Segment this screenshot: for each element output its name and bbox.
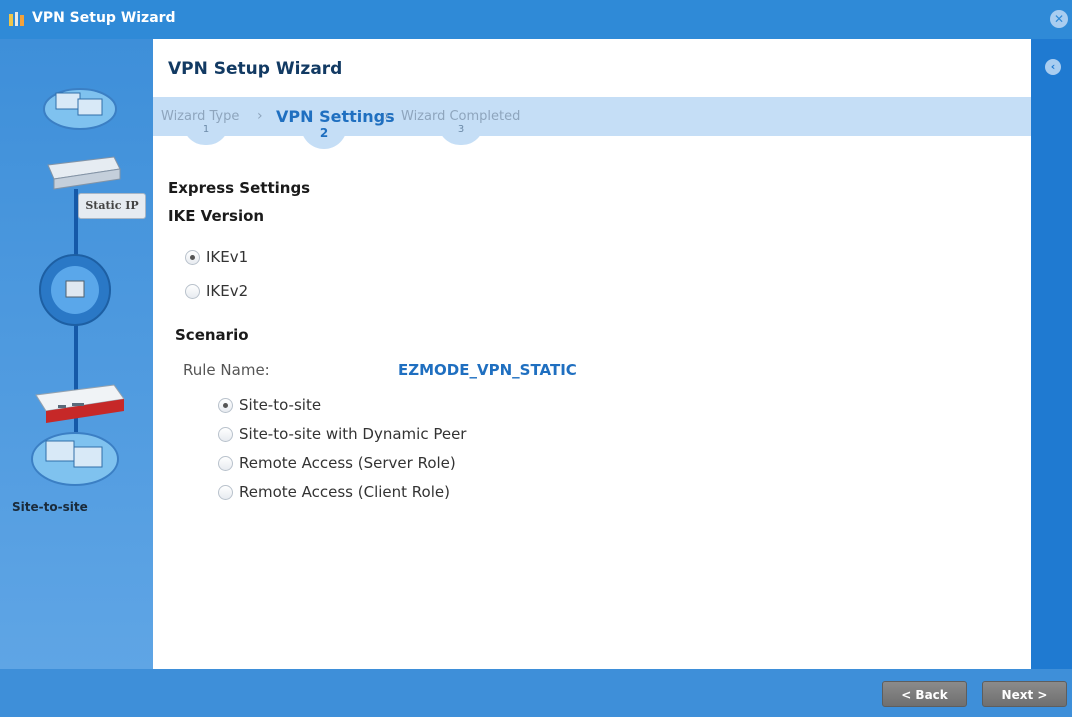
internet-globe-icon [39, 254, 111, 326]
site-to-site-label: Site-to-site [239, 396, 322, 414]
scenario-remote-client-radio[interactable]: Remote Access (Client Role) [218, 483, 450, 501]
ikev2-label: IKEv2 [206, 282, 249, 300]
step-wizard-type: Wizard Type [161, 109, 240, 124]
wizard-progress: 1 2 3 Wizard Type › VPN Settings › Wizar… [153, 97, 1031, 149]
back-button[interactable]: < Back [882, 681, 967, 707]
cloud-computers-icon [43, 88, 117, 130]
step-vpn-settings: VPN Settings [276, 107, 395, 126]
radio-button-selected[interactable] [218, 397, 233, 413]
ike-version-heading: IKE Version [168, 207, 265, 225]
static-ip-label: Static IP [78, 193, 146, 219]
radio-button-selected[interactable] [185, 249, 200, 265]
rule-name-value: EZMODE_VPN_STATIC [398, 361, 577, 379]
ikev1-label: IKEv1 [206, 248, 249, 266]
remote-client-label: Remote Access (Client Role) [239, 483, 450, 501]
page-title: VPN Setup Wizard [168, 59, 343, 79]
scenario-dynamic-peer-radio[interactable]: Site-to-site with Dynamic Peer [218, 425, 466, 443]
radio-button[interactable] [185, 283, 200, 299]
step-1-number: 1 [183, 123, 229, 145]
wizard-footer: < Back Next > [0, 669, 1072, 717]
router-device-icon [35, 384, 125, 423]
scenario-site-to-site-radio[interactable]: Site-to-site [218, 396, 321, 414]
express-settings-heading: Express Settings [168, 179, 311, 197]
step-wizard-completed: Wizard Completed [401, 109, 521, 124]
chevron-right-icon: › [384, 108, 390, 124]
radio-button[interactable] [218, 426, 233, 442]
step-3-number: 3 [438, 123, 484, 145]
scenario-illustration: Static IP Site-to-site [0, 39, 153, 669]
step-2-number: 2 [301, 123, 347, 149]
chevron-right-icon: › [257, 108, 263, 124]
scenario-heading: Scenario [175, 326, 249, 344]
remote-server-label: Remote Access (Server Role) [239, 454, 456, 472]
remote-site-cloud-icon [31, 432, 119, 486]
rule-name-label: Rule Name: [183, 361, 270, 379]
wizard-tools-icon [9, 12, 24, 26]
next-button[interactable]: Next > [982, 681, 1067, 707]
radio-button[interactable] [218, 455, 233, 471]
title-bar: VPN Setup Wizard ✕ [0, 0, 1072, 39]
radio-button[interactable] [218, 484, 233, 500]
ikev2-radio[interactable]: IKEv2 [185, 282, 248, 300]
dynamic-peer-label: Site-to-site with Dynamic Peer [239, 425, 467, 443]
firewall-device-icon [47, 156, 121, 190]
close-icon[interactable]: ✕ [1050, 10, 1068, 28]
scenario-remote-server-radio[interactable]: Remote Access (Server Role) [218, 454, 456, 472]
wizard-content: VPN Setup Wizard 1 2 3 Wizard Type › VPN… [153, 39, 1031, 669]
ikev1-radio[interactable]: IKEv1 [185, 248, 248, 266]
scenario-caption: Site-to-site [12, 500, 88, 514]
right-panel-bar: ‹ [1031, 39, 1072, 669]
collapse-left-icon[interactable]: ‹ [1045, 59, 1061, 75]
window-title: VPN Setup Wizard [32, 10, 176, 26]
